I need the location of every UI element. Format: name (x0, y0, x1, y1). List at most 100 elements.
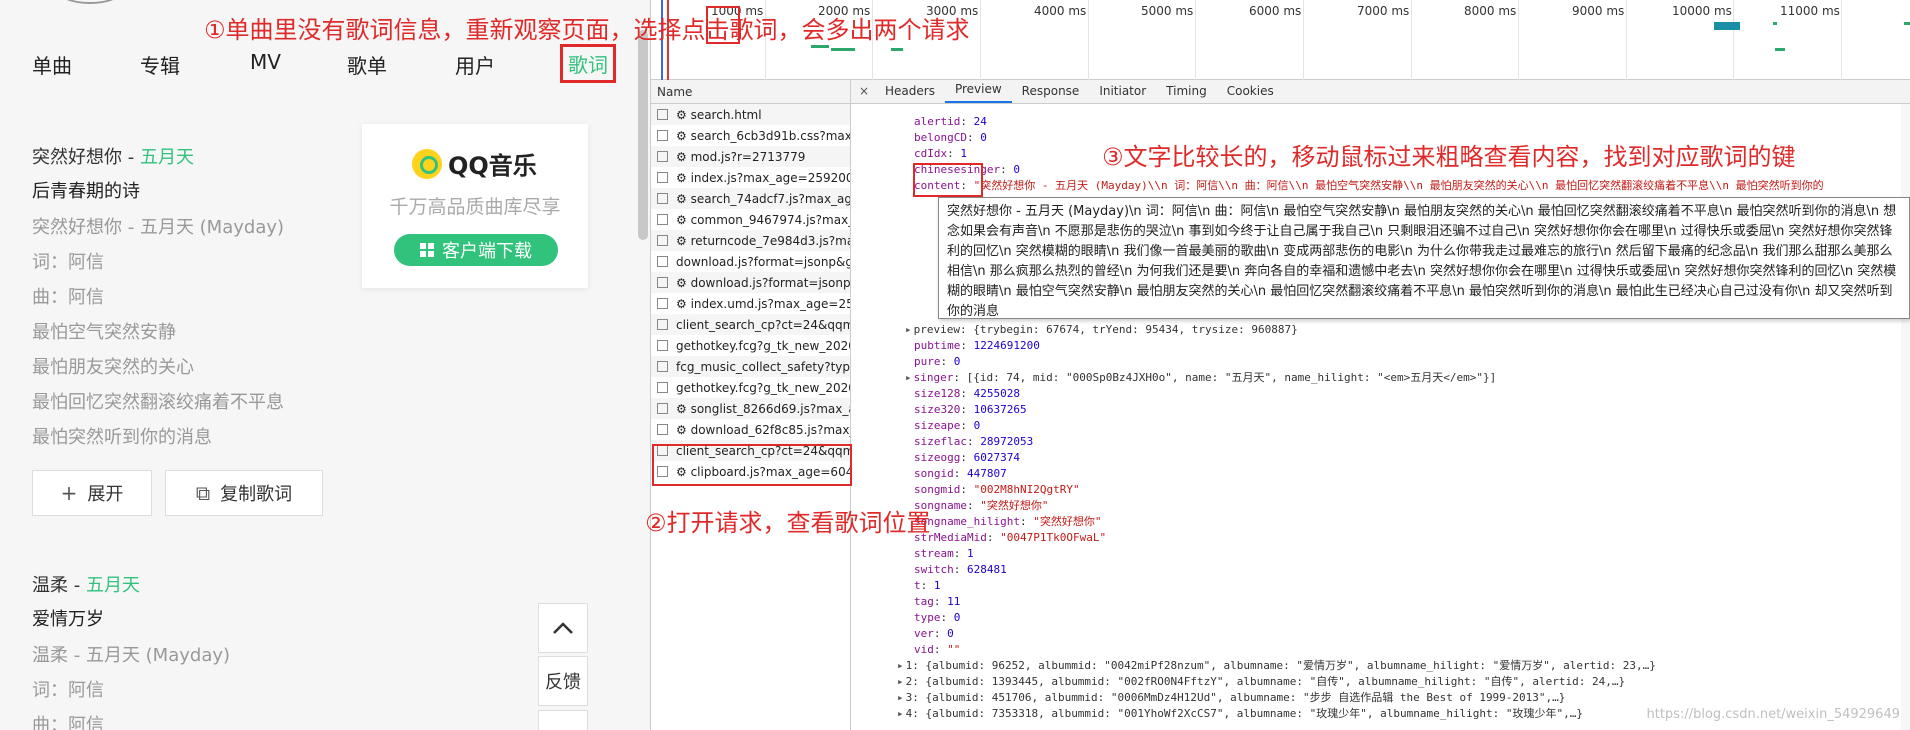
json-line[interactable]: cdIdx: 1 (914, 146, 967, 162)
name-column-header[interactable]: Name (651, 80, 850, 104)
request-row[interactable]: ⚙ download.js?format=jsonp... (651, 272, 850, 293)
row-checkbox[interactable] (657, 256, 668, 267)
json-line[interactable]: tag: 11 (914, 594, 960, 610)
json-key: stream (914, 547, 954, 560)
tab-songs[interactable]: 单曲 (32, 50, 72, 79)
json-key: songmid (914, 483, 961, 496)
song-artist[interactable]: 五月天 (140, 147, 194, 168)
tab-playlists[interactable]: 歌单 (347, 50, 387, 79)
json-line[interactable]: pure: 0 (914, 354, 960, 370)
timeline-gridline (1733, 0, 1734, 80)
request-name: gethotkey.fcg?g_tk_new_2020... (676, 380, 850, 395)
request-row[interactable]: ⚙ common_9467974.js?max_a... (651, 209, 850, 230)
json-value: 447807 (967, 467, 1007, 480)
json-line[interactable]: ▸ 4: {albumid: 7353318, albummid: "001Yho… (897, 706, 1583, 722)
page-scrollbar[interactable] (638, 30, 648, 240)
promo-slogan: 千万高品质曲库尽享 (389, 196, 561, 218)
expand-button[interactable]: + 展开 (32, 470, 152, 516)
request-row[interactable]: gethotkey.fcg?g_tk_new_2020... (651, 377, 850, 398)
json-line[interactable]: vid: "" (914, 642, 960, 658)
json-line[interactable]: ▸ 2: {albumid: 1393445, albummid: "002fRO… (897, 674, 1625, 690)
back-to-top-button[interactable] (538, 603, 588, 653)
row-checkbox[interactable] (657, 424, 668, 435)
row-checkbox[interactable] (657, 298, 668, 309)
json-line[interactable]: sizeflac: 28972053 (914, 434, 1033, 450)
json-line[interactable]: pubtime: 1224691200 (914, 338, 1040, 354)
request-row[interactable]: download.js?format=jsonp&g... (651, 251, 850, 272)
request-row[interactable]: ⚙ search_6cb3d91b.css?max_... (651, 125, 850, 146)
request-row[interactable]: client_search_cp?ct=24&qqm... (651, 314, 850, 335)
request-row[interactable]: ⚙ index.umd.js?max_age=259... (651, 293, 850, 314)
song-name[interactable]: 温柔 - (32, 575, 86, 596)
song-artist[interactable]: 五月天 (86, 575, 140, 596)
tab-preview[interactable]: Preview (944, 82, 1012, 103)
json-line[interactable]: ▸ 1: {albumid: 96252, albummid: "0042miPf… (897, 658, 1656, 674)
close-icon[interactable]: × (859, 84, 875, 103)
request-row[interactable]: ⚙ search_74adcf7.js?max_age... (651, 188, 850, 209)
song-album[interactable]: 爱情万岁 (32, 606, 230, 642)
json-line[interactable]: sizeape: 0 (914, 418, 980, 434)
row-checkbox[interactable] (657, 193, 668, 204)
devtools-network-panel: 1000 ms 2000 ms 3000 ms 4000 ms 5000 ms … (650, 0, 1910, 730)
tab-albums[interactable]: 专辑 (140, 50, 180, 79)
json-line[interactable]: ▸ singer: [{id: 74, mid: "000Sp0Bz4JXH0o"… (905, 370, 1496, 386)
json-line[interactable]: alertid: 24 (914, 114, 987, 130)
request-row[interactable]: ⚙ songlist_8266d69.js?max_a... (651, 398, 850, 419)
row-checkbox[interactable] (657, 151, 668, 162)
tab-mv[interactable]: MV (250, 50, 281, 74)
row-checkbox[interactable] (657, 130, 668, 141)
tab-users[interactable]: 用户 (455, 50, 495, 79)
request-row[interactable]: ⚙ mod.js?r=2713779 (651, 146, 850, 167)
json-line[interactable]: switch: 628481 (914, 562, 1007, 578)
row-checkbox[interactable] (657, 361, 668, 372)
song-name[interactable]: 突然好想你 - (32, 147, 140, 168)
song-album[interactable]: 后青春期的诗 (32, 178, 284, 214)
row-checkbox[interactable] (657, 403, 668, 414)
more-side-button[interactable] (538, 710, 588, 730)
feedback-button[interactable]: 反馈 (538, 656, 588, 706)
song-title: 突然好想你 - 五月天 (32, 144, 284, 178)
tab-cookies[interactable]: Cookies (1217, 84, 1284, 103)
request-row[interactable]: gethotkey.fcg?g_tk_new_2020... (651, 335, 850, 356)
json-line[interactable]: type: 0 (914, 610, 960, 626)
request-row[interactable]: fcg_music_collect_safety?type... (651, 356, 850, 377)
json-line[interactable]: t: 1 (914, 578, 941, 594)
json-key: switch (914, 563, 954, 576)
tab-headers[interactable]: Headers (875, 84, 945, 103)
json-line[interactable]: ▸ preview: {trybegin: 67674, trYend: 9543… (905, 322, 1298, 338)
json-line[interactable]: sizeogg: 6027374 (914, 450, 1020, 466)
json-line[interactable]: songid: 447807 (914, 466, 1007, 482)
client-download-button[interactable]: 客户端下载 (394, 234, 558, 266)
row-checkbox[interactable] (657, 340, 668, 351)
json-line[interactable]: size320: 10637265 (914, 402, 1027, 418)
tab-timing[interactable]: Timing (1156, 84, 1217, 103)
json-line[interactable]: strMediaMid: "0047P1Tk0OFwaL" (914, 530, 1106, 546)
request-row[interactable]: ⚙ search.html (651, 104, 850, 125)
json-line[interactable]: songname_hilight: "突然好想你" (914, 514, 1101, 530)
json-line[interactable]: stream: 1 (914, 546, 974, 562)
request-row[interactable]: ⚙ returncode_7e984d3.js?max... (651, 230, 850, 251)
json-value: 0 (973, 419, 981, 432)
content-field[interactable]: content: "突然好想你 - 五月天 (Mayday)\\n 词：阿信\\… (914, 178, 1824, 194)
json-line[interactable]: songmid: "002M8hNI2QgtRY" (914, 482, 1080, 498)
json-line[interactable]: ver: 0 (914, 626, 954, 642)
timeline-tick: 5000 ms (1141, 4, 1194, 18)
row-checkbox[interactable] (657, 235, 668, 246)
tab-response[interactable]: Response (1012, 84, 1090, 103)
request-row[interactable]: ⚙ index.js?max_age=2592000 (651, 167, 850, 188)
row-checkbox[interactable] (657, 382, 668, 393)
request-row[interactable]: ⚙ download_62f8c85.js?max_... (651, 419, 850, 440)
row-checkbox[interactable] (657, 109, 668, 120)
lyric-line: 最怕朋友突然的关心 (32, 357, 194, 378)
row-checkbox[interactable] (657, 214, 668, 225)
row-checkbox[interactable] (657, 277, 668, 288)
tab-initiator[interactable]: Initiator (1089, 84, 1156, 103)
copy-lyrics-button[interactable]: ⧉ 复制歌词 (165, 470, 323, 516)
row-checkbox[interactable] (657, 319, 668, 330)
row-checkbox[interactable] (657, 172, 668, 183)
json-line[interactable]: songname: "突然好想你" (914, 498, 1048, 514)
json-line[interactable]: belongCD: 0 (914, 130, 987, 146)
json-line[interactable]: ▸ 3: {albumid: 451706, albummid: "0006MmD… (897, 690, 1565, 706)
tab-lyrics[interactable]: 歌词 (560, 44, 616, 83)
json-line[interactable]: size128: 4255028 (914, 386, 1020, 402)
